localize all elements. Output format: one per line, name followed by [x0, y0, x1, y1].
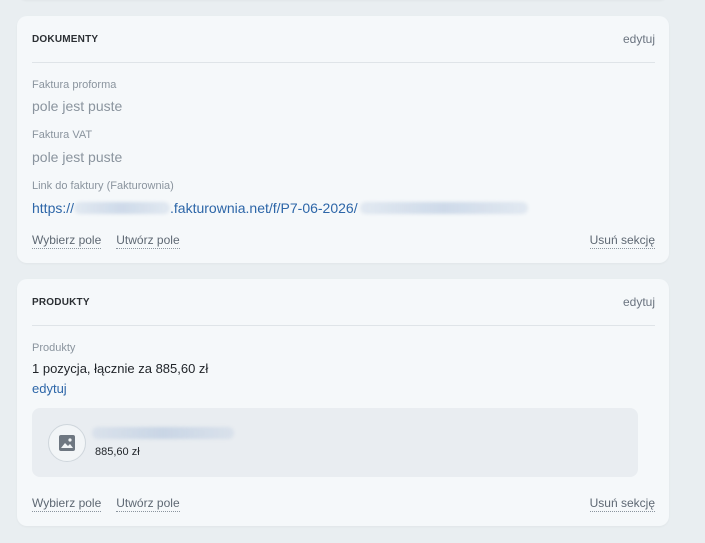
proforma-label: Faktura proforma	[32, 79, 117, 91]
products-choose-field-button[interactable]: Wybierz pole	[32, 496, 102, 512]
invoice-link-middle: .fakturownia.net/f/P7-06-2026/	[170, 200, 358, 216]
documents-footer: Wybierz pole Utwórz pole Usuń sekcję	[32, 233, 655, 249]
redacted-product-name	[92, 427, 234, 439]
products-summary-edit-link[interactable]: edytuj	[32, 381, 67, 396]
documents-remove-section-button[interactable]: Usuń sekcję	[589, 233, 655, 249]
documents-header: DOKUMENTY edytuj	[32, 16, 655, 63]
products-title: PRODUKTY	[32, 296, 90, 308]
products-remove-section-button[interactable]: Usuń sekcję	[589, 496, 655, 512]
vat-invoice-value: pole jest puste	[32, 149, 123, 165]
products-footer: Wybierz pole Utwórz pole Usuń sekcję	[32, 496, 655, 512]
products-section: PRODUKTY edytuj Produkty 1 pozycja, łącz…	[17, 279, 669, 526]
invoice-link[interactable]: https:// .fakturownia.net/f/P7-06-2026/	[32, 200, 528, 216]
product-item[interactable]: 885,60 zł	[32, 408, 638, 477]
redacted-token	[359, 202, 528, 214]
image-icon	[48, 424, 86, 462]
products-label: Produkty	[32, 342, 76, 354]
products-edit-button[interactable]: edytuj	[623, 295, 655, 309]
documents-choose-field-button[interactable]: Wybierz pole	[32, 233, 102, 249]
products-create-field-button[interactable]: Utwórz pole	[116, 496, 180, 512]
documents-edit-button[interactable]: edytuj	[623, 32, 655, 46]
documents-title: DOKUMENTY	[32, 33, 99, 45]
products-header: PRODUKTY edytuj	[32, 279, 655, 326]
product-price: 885,60 zł	[95, 446, 140, 458]
redacted-subdomain	[74, 202, 171, 214]
invoice-link-label: Link do faktury (Fakturownia)	[32, 180, 174, 192]
documents-create-field-button[interactable]: Utwórz pole	[116, 233, 180, 249]
vat-invoice-label: Faktura VAT	[32, 129, 93, 141]
invoice-link-prefix: https://	[32, 200, 75, 216]
proforma-value: pole jest puste	[32, 98, 123, 114]
products-summary: 1 pozycja, łącznie za 885,60 zł	[32, 361, 209, 376]
documents-section: DOKUMENTY edytuj Faktura proforma pole j…	[17, 16, 669, 263]
